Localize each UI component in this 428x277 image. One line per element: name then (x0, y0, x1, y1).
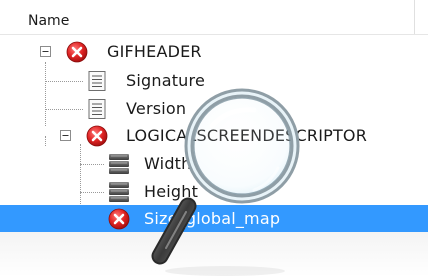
document-icon (88, 99, 106, 119)
error-icon (108, 208, 130, 230)
collapse-toggle[interactable] (60, 130, 71, 141)
error-icon (66, 41, 88, 63)
data-stack-icon (109, 154, 129, 174)
tree-node-label: GIFHEADER (107, 42, 202, 61)
document-icon (88, 71, 106, 91)
error-icon (86, 125, 108, 147)
column-separator[interactable] (414, 0, 415, 34)
tree-node[interactable]: GIFHEADER (0, 38, 428, 66)
tree-header: Name (0, 0, 428, 35)
collapse-toggle[interactable] (40, 46, 51, 57)
magnifying-glass-icon (151, 88, 300, 276)
column-header-name[interactable]: Name (28, 13, 69, 29)
data-stack-icon (109, 182, 129, 202)
